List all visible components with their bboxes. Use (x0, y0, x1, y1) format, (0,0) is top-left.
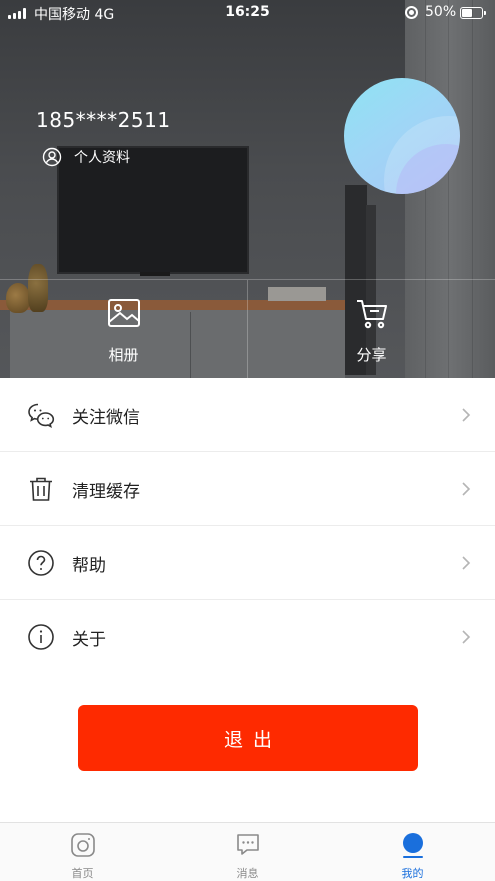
profile-link[interactable]: 个人资料 (42, 147, 130, 167)
share-label: 分享 (356, 346, 387, 364)
quick-actions: 相册 分享 (0, 279, 495, 378)
battery-percent: 50% (425, 4, 457, 20)
menu-item-clear-cache[interactable]: 清理缓存 (0, 452, 495, 526)
avatar[interactable] (344, 78, 460, 194)
logout-button[interactable]: 退出 (78, 705, 418, 771)
info-icon (28, 624, 54, 650)
profile-header: 中国移动 4G 16:25 50% 185****2511 个人资料 相册 分享 (0, 0, 495, 378)
chevron-right-icon (462, 556, 471, 570)
chevron-right-icon (462, 630, 471, 644)
status-bar: 中国移动 4G 16:25 50% (0, 0, 495, 26)
photo-album-icon (107, 299, 140, 327)
profile-icon (402, 833, 423, 858)
home-icon (70, 833, 95, 857)
album-label: 相册 (108, 346, 139, 364)
rotation-lock-icon (405, 6, 418, 19)
tab-label: 我的 (401, 867, 424, 880)
share-button[interactable]: 分享 (248, 280, 495, 378)
trash-icon (30, 477, 52, 501)
menu-item-label: 关于 (72, 630, 106, 650)
album-button[interactable]: 相册 (0, 280, 247, 378)
cart-icon (356, 300, 387, 329)
tab-messages[interactable]: 消息 (165, 823, 330, 881)
background-tv-stand (140, 272, 170, 276)
tab-profile[interactable]: 我的 (330, 823, 495, 881)
settings-menu: 关注微信 清理缓存 帮助 关于 (0, 378, 495, 674)
tab-home[interactable]: 首页 (0, 823, 165, 881)
menu-item-help[interactable]: 帮助 (0, 526, 495, 600)
clock: 16:25 (225, 4, 270, 20)
help-icon (28, 550, 54, 576)
tab-label: 消息 (236, 867, 259, 880)
message-icon (236, 834, 259, 855)
menu-item-label: 关注微信 (72, 408, 140, 428)
chevron-right-icon (462, 408, 471, 422)
user-phone: 185****2511 (36, 108, 171, 132)
tab-bar: 首页 消息 我的 (0, 822, 495, 881)
menu-item-label: 帮助 (72, 556, 106, 576)
wechat-icon (28, 403, 55, 428)
chevron-right-icon (462, 482, 471, 496)
menu-item-wechat[interactable]: 关注微信 (0, 378, 495, 452)
battery-icon (460, 7, 486, 19)
menu-item-label: 清理缓存 (72, 482, 140, 502)
user-circle-icon (42, 147, 62, 167)
profile-link-label: 个人资料 (74, 150, 130, 166)
menu-item-about[interactable]: 关于 (0, 600, 495, 674)
tab-label: 首页 (71, 867, 94, 880)
